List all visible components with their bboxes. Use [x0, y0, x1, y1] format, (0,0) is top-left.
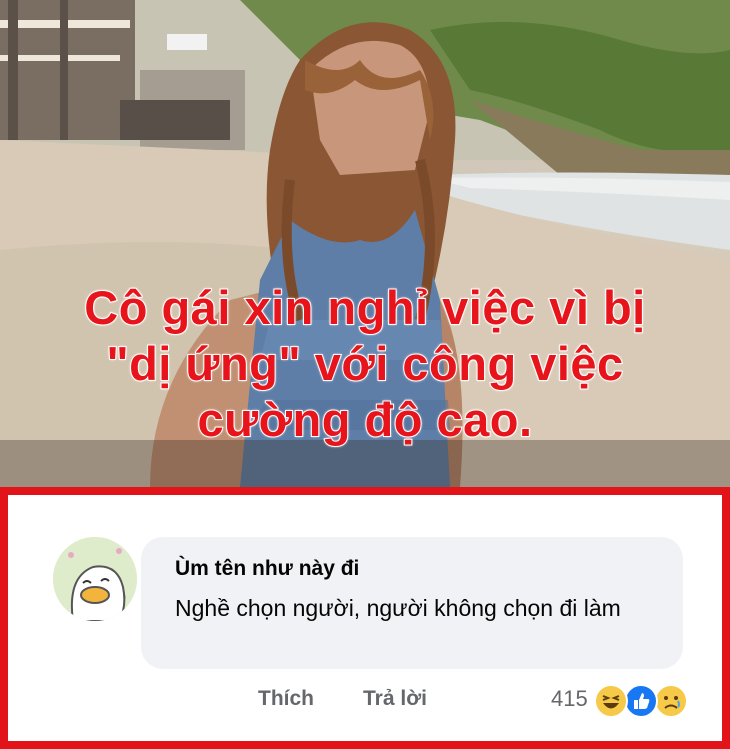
reply-button[interactable]: Trả lời: [363, 687, 427, 711]
reaction-summary[interactable]: 415: [551, 683, 688, 718]
headline: Cô gái xin nghỉ việc vì bị "dị ứng" với …: [0, 280, 730, 448]
reaction-count: 415: [551, 686, 588, 711]
headline-line: Cô gái xin nghỉ việc vì bị: [83, 280, 646, 335]
sad-icon: [653, 684, 688, 718]
avatar[interactable]: [53, 537, 137, 621]
comment-bubble: Ùm tên như này đi Nghề chọn người, người…: [141, 537, 683, 669]
headline-line: "dị ứng" với công việc: [105, 336, 624, 391]
duck-avatar-icon: [53, 537, 137, 621]
comment-author[interactable]: Ùm tên như này đi: [175, 557, 359, 581]
reaction-icons: [593, 683, 688, 718]
like-icon: [623, 684, 658, 718]
haha-icon: [593, 684, 628, 718]
like-button[interactable]: Thích: [258, 687, 314, 711]
headline-line: cường độ cao.: [196, 392, 533, 447]
comment-panel: Ùm tên như này đi Nghề chọn người, người…: [0, 487, 730, 749]
comment-text: Nghề chọn người, người không chọn đi làm: [175, 595, 621, 621]
